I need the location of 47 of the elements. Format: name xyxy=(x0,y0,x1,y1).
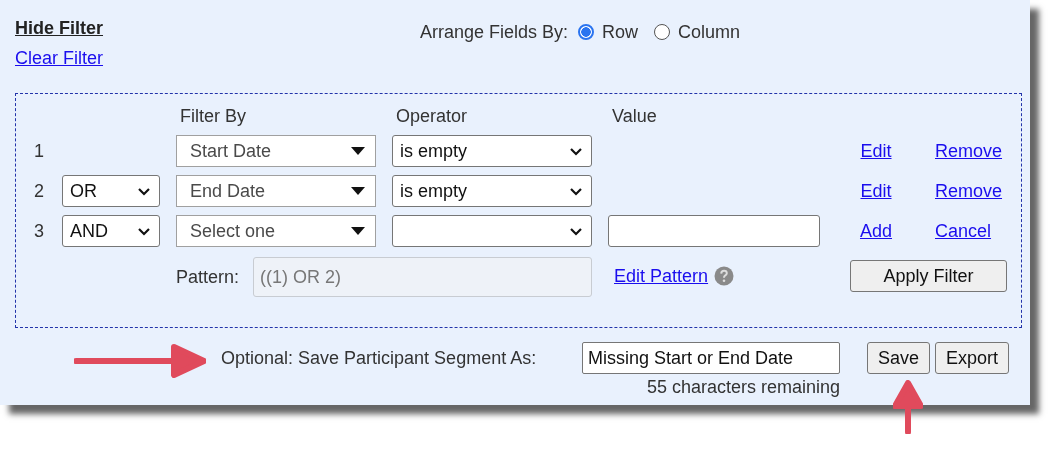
dropdown[interactable]: OR xyxy=(62,175,160,207)
caret-icon xyxy=(351,227,365,235)
export-button[interactable]: Export xyxy=(935,342,1010,374)
chevron-icon xyxy=(137,226,151,236)
save-segment-label: Optional: Save Participant Segment As: xyxy=(221,346,538,370)
chevron-icon xyxy=(137,186,151,196)
row-action-link[interactable]: Remove xyxy=(932,180,1003,202)
column-header: Operator xyxy=(395,106,469,127)
value-field[interactable] xyxy=(608,215,820,247)
row-action-link[interactable]: Remove xyxy=(932,140,1003,162)
radio-button[interactable] xyxy=(654,24,671,40)
arrange-fields-label: Arrange Fields By: xyxy=(420,21,569,43)
save-button[interactable]: Save xyxy=(867,342,931,374)
dropdown[interactable]: Start Date xyxy=(176,135,376,167)
row-number: 1 xyxy=(33,140,45,162)
dropdown[interactable]: End Date xyxy=(176,175,376,207)
row-action-link[interactable]: Cancel xyxy=(932,220,992,242)
caret-icon xyxy=(351,187,365,195)
chevron-icon xyxy=(569,186,583,196)
hide-filter-link[interactable]: Hide Filter xyxy=(15,18,103,39)
row-number: 2 xyxy=(33,180,45,202)
clear-filter-link[interactable]: Clear Filter xyxy=(15,48,103,69)
apply-filter-button[interactable]: Apply Filter xyxy=(850,260,1007,292)
segment-name-field[interactable]: Missing Start or End Date xyxy=(582,342,840,374)
radio-button[interactable] xyxy=(578,24,595,40)
column-header: Value xyxy=(611,106,658,127)
row-number: 3 xyxy=(33,220,45,242)
radio-label[interactable]: Row xyxy=(602,21,639,43)
caret-icon xyxy=(351,147,365,155)
pattern-label: Pattern: xyxy=(176,266,240,288)
row-action-link[interactable]: Add xyxy=(860,220,892,242)
dropdown[interactable]: is empty xyxy=(392,175,592,207)
characters-remaining-text: 55 characters remaining xyxy=(646,377,840,398)
pattern-field: ((1) OR 2) xyxy=(253,257,592,297)
dropdown[interactable] xyxy=(392,215,592,247)
help-icon[interactable] xyxy=(714,266,735,286)
chevron-icon xyxy=(569,146,583,156)
row-action-link[interactable]: Edit xyxy=(860,180,892,202)
radio-label[interactable]: Column xyxy=(678,21,741,43)
dropdown[interactable]: is empty xyxy=(392,135,592,167)
row-action-link[interactable]: Edit xyxy=(860,140,892,162)
edit-pattern-link[interactable]: Edit Pattern xyxy=(614,265,709,287)
annotation-arrow xyxy=(893,380,923,434)
chevron-icon xyxy=(569,226,583,236)
column-header: Filter By xyxy=(179,106,247,127)
dropdown[interactable]: AND xyxy=(62,215,160,247)
dropdown[interactable]: Select one xyxy=(176,215,376,247)
